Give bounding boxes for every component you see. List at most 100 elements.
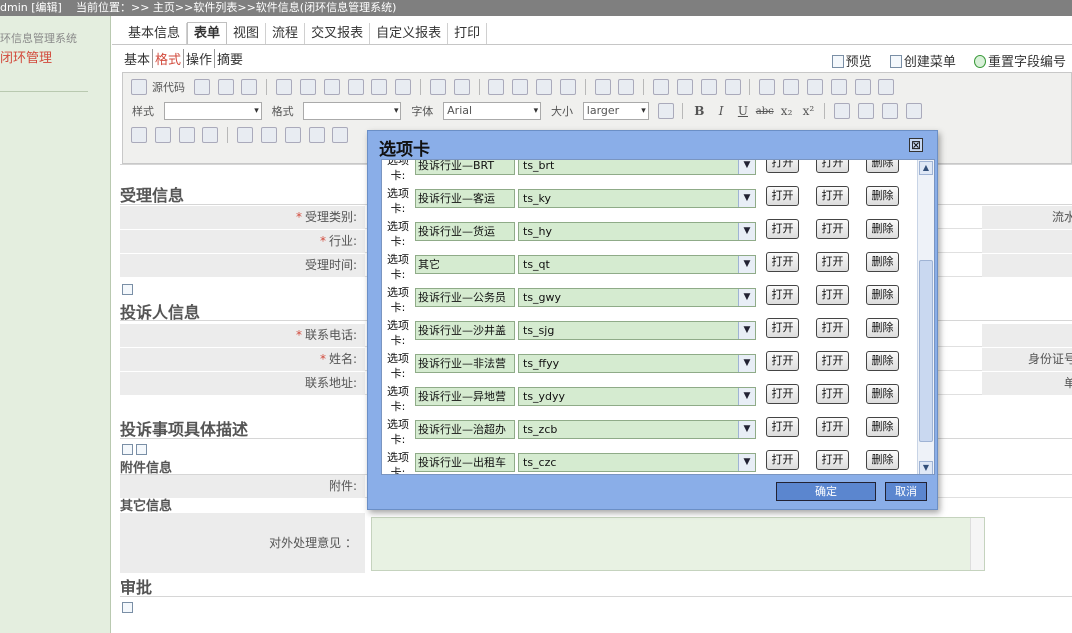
cut-icon[interactable]: [276, 79, 293, 95]
option-code-select[interactable]: ts_ffyy ▼: [518, 354, 756, 373]
horizontal-rule-icon[interactable]: [830, 79, 847, 95]
size-select[interactable]: larger: [582, 102, 649, 120]
open-button[interactable]: 打开: [816, 186, 849, 206]
ok-button[interactable]: 确定: [776, 482, 876, 501]
subtab-summary[interactable]: 摘要: [215, 49, 245, 68]
superscript-button[interactable]: x²: [799, 104, 817, 118]
font-select[interactable]: Arial: [443, 102, 542, 120]
open-button[interactable]: 打开: [766, 186, 799, 206]
option-code-select[interactable]: ts_qt ▼: [518, 255, 756, 274]
outdent-icon[interactable]: [653, 79, 670, 95]
delete-button[interactable]: 删除: [866, 285, 899, 305]
scroll-up-icon[interactable]: ▲: [919, 161, 933, 175]
delete-button[interactable]: 删除: [866, 252, 899, 272]
create-menu-button[interactable]: 创建菜单: [889, 51, 956, 70]
open-button[interactable]: 打开: [766, 285, 799, 305]
open-button[interactable]: 打开: [766, 351, 799, 371]
find-icon[interactable]: [488, 79, 505, 95]
user-control-icon[interactable]: [284, 127, 301, 143]
image-icon[interactable]: [759, 79, 776, 95]
format-select[interactable]: [303, 102, 402, 120]
current-user[interactable]: dmin [编辑]: [0, 0, 62, 16]
reset-field-numbers-button[interactable]: 重置字段编号: [973, 51, 1066, 70]
option-code-select[interactable]: ts_hy ▼: [518, 222, 756, 241]
align-right-icon[interactable]: [881, 103, 898, 119]
link-icon[interactable]: [724, 79, 741, 95]
underline-button[interactable]: U: [734, 104, 752, 118]
template-icon[interactable]: [241, 79, 258, 95]
tab-basic-info[interactable]: 基本信息: [122, 23, 188, 45]
preview-button[interactable]: 预览: [831, 51, 872, 70]
open-button[interactable]: 打开: [766, 450, 799, 470]
delete-button[interactable]: 删除: [866, 351, 899, 371]
special-char-icon[interactable]: [878, 79, 895, 95]
option-code-select[interactable]: ts_czc ▼: [518, 453, 756, 472]
unordered-list-icon[interactable]: [618, 79, 635, 95]
flash-icon[interactable]: [783, 79, 800, 95]
option-name-input[interactable]: 投诉行业—治超办: [415, 420, 515, 439]
blockquote-icon[interactable]: [700, 79, 717, 95]
open-button[interactable]: 打开: [816, 450, 849, 470]
chevron-down-icon[interactable]: ▼: [738, 322, 755, 339]
document-icon[interactable]: [136, 444, 147, 455]
cancel-button[interactable]: 取消: [885, 482, 927, 501]
replace-icon[interactable]: [512, 79, 529, 95]
option-name-input[interactable]: 投诉行业—客运: [415, 189, 515, 208]
strikethrough-button[interactable]: abc: [756, 106, 774, 117]
paste-text-icon[interactable]: [347, 79, 364, 95]
option-name-input[interactable]: 投诉行业—沙井盖: [415, 321, 515, 340]
save-icon[interactable]: [193, 79, 210, 95]
delete-button[interactable]: 删除: [866, 417, 899, 437]
chevron-down-icon[interactable]: ▼: [738, 421, 755, 438]
paste-word-icon[interactable]: [371, 79, 388, 95]
checkbox-control-icon[interactable]: [131, 127, 147, 143]
align-center-icon[interactable]: [857, 103, 874, 119]
chevron-down-icon[interactable]: ▼: [738, 388, 755, 405]
open-button[interactable]: 打开: [816, 351, 849, 371]
delete-button[interactable]: 删除: [866, 186, 899, 206]
redo-icon[interactable]: [453, 79, 470, 95]
open-button[interactable]: 打开: [766, 384, 799, 404]
option-code-select[interactable]: ts_sjg ▼: [518, 321, 756, 340]
scroll-down-icon[interactable]: ▼: [919, 461, 933, 474]
macro-control-icon[interactable]: [332, 127, 349, 143]
tab-cross-report[interactable]: 交叉报表: [305, 23, 371, 45]
option-name-input[interactable]: 投诉行业—BRT: [415, 160, 515, 175]
open-button[interactable]: 打开: [816, 252, 849, 272]
paste-icon[interactable]: [323, 79, 340, 95]
delete-button[interactable]: 删除: [866, 318, 899, 338]
chevron-down-icon[interactable]: ▼: [738, 454, 755, 471]
tab-view[interactable]: 视图: [227, 23, 267, 45]
chevron-down-icon[interactable]: ▼: [738, 160, 755, 174]
scrollbar[interactable]: ▲ ▼: [917, 160, 934, 474]
option-name-input[interactable]: 投诉行业—异地营: [415, 387, 515, 406]
external-opinion-textarea[interactable]: [371, 517, 985, 571]
indent-icon[interactable]: [676, 79, 693, 95]
sidebar-item-manage[interactable]: 闭环管理: [0, 47, 52, 66]
subtab-basic[interactable]: 基本: [122, 49, 154, 68]
option-code-select[interactable]: ts_ky ▼: [518, 189, 756, 208]
tab-form[interactable]: 表单: [187, 22, 228, 44]
select-all-icon[interactable]: [536, 79, 553, 95]
option-code-select[interactable]: ts_zcb ▼: [518, 420, 756, 439]
preview-zoom-icon[interactable]: [657, 103, 674, 119]
source-code-label[interactable]: 源代码: [152, 79, 185, 95]
spellcheck-icon[interactable]: [395, 79, 412, 95]
tab-print[interactable]: 打印: [448, 23, 488, 45]
open-button[interactable]: 打开: [766, 417, 799, 437]
open-button[interactable]: 打开: [766, 219, 799, 239]
open-button[interactable]: 打开: [816, 318, 849, 338]
italic-button[interactable]: I: [712, 104, 730, 118]
chevron-down-icon[interactable]: ▼: [738, 190, 755, 207]
tab-custom-report[interactable]: 自定义报表: [370, 23, 449, 45]
table-icon[interactable]: [806, 79, 823, 95]
delete-button[interactable]: 删除: [866, 160, 899, 173]
document-icon[interactable]: [122, 284, 133, 295]
open-button[interactable]: 打开: [816, 219, 849, 239]
option-name-input[interactable]: 其它: [415, 255, 515, 274]
option-name-input[interactable]: 投诉行业—公务员: [415, 288, 515, 307]
open-button[interactable]: 打开: [766, 252, 799, 272]
document-icon[interactable]: [122, 602, 133, 613]
chevron-down-icon[interactable]: ▼: [738, 256, 755, 273]
chevron-down-icon[interactable]: ▼: [738, 223, 755, 240]
